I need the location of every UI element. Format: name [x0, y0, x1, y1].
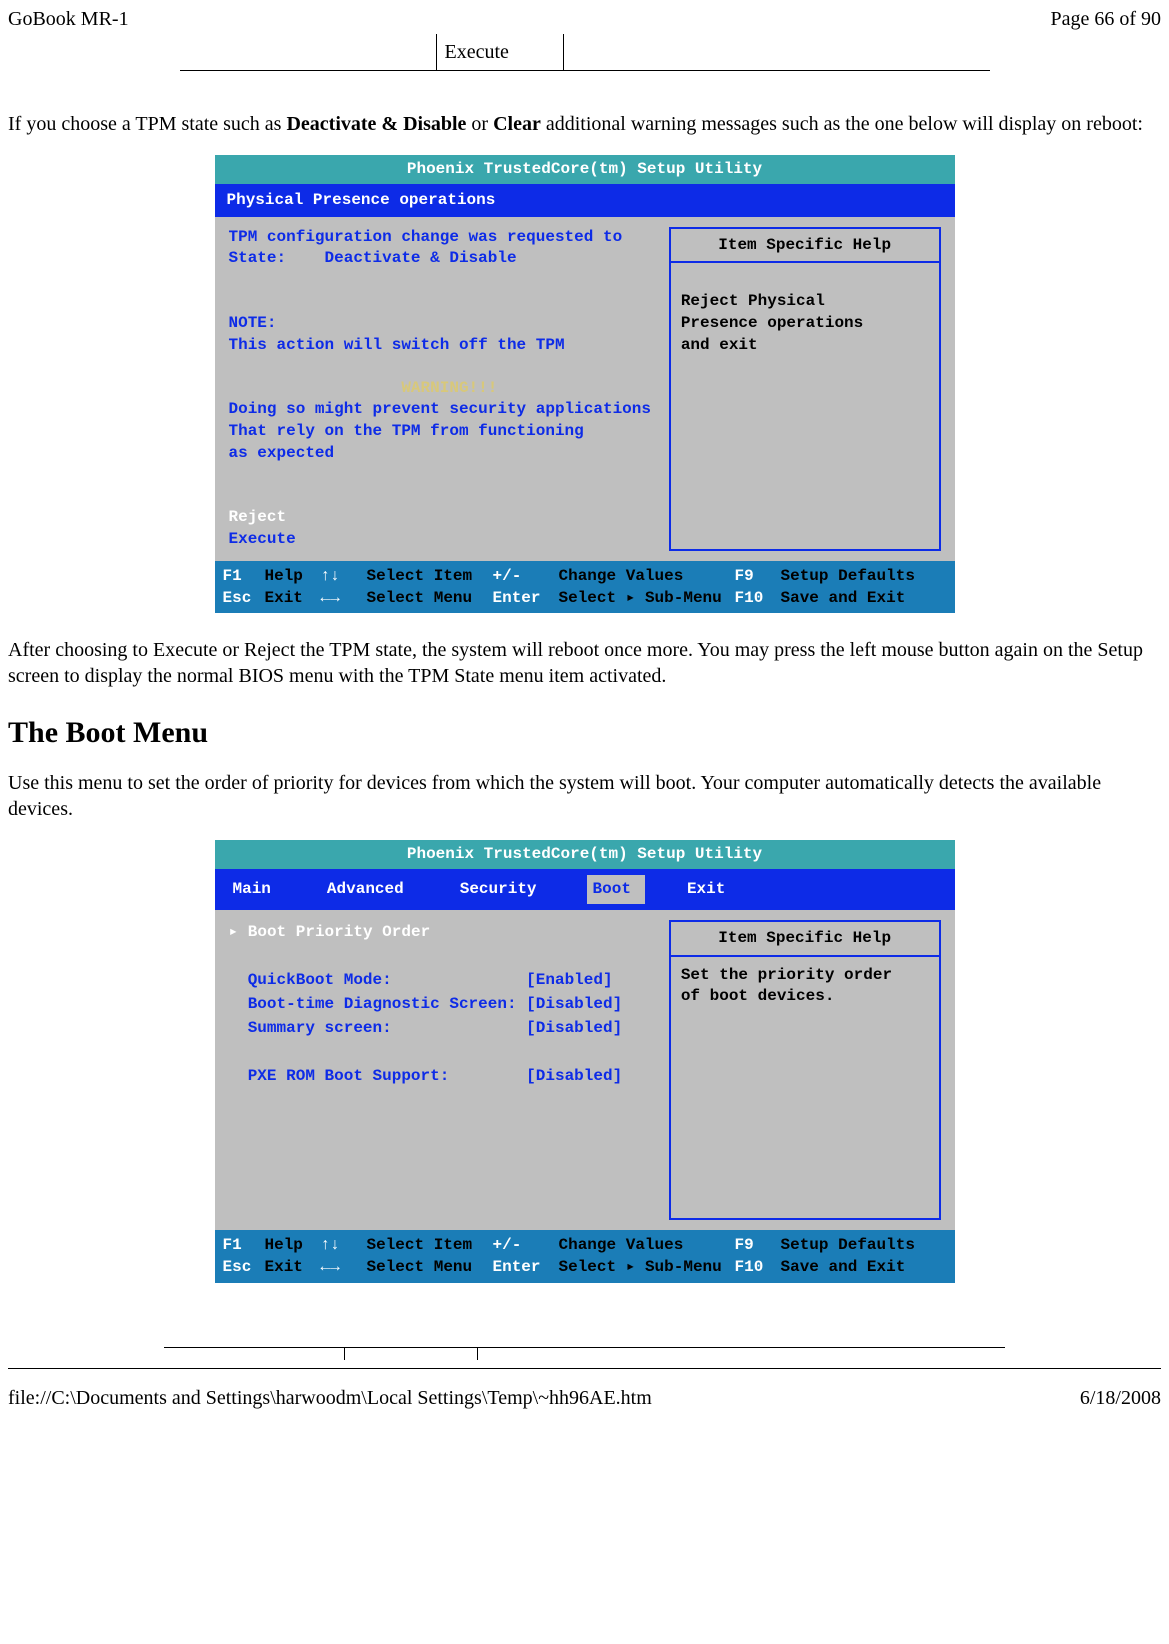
- intro-mid: or: [466, 113, 493, 135]
- bios1-select-menu: Select Menu: [367, 587, 487, 609]
- bios1-l2: State: Deactivate & Disable: [229, 249, 517, 267]
- cell-empty-left: [180, 34, 437, 71]
- bios1-help-header: Item Specific Help: [671, 229, 939, 264]
- bios2-enter: Enter: [493, 1256, 553, 1278]
- bios1-help-label: Help: [265, 565, 315, 587]
- bios1-footer: F1 Help ↑↓ Select Item +/- Change Values…: [215, 561, 955, 614]
- bios1-esc: Esc: [223, 587, 259, 609]
- bios2-help2: of boot devices.: [681, 986, 929, 1008]
- bios2-title: Phoenix TrustedCore(tm) Setup Utility: [215, 840, 955, 869]
- bios2-tab-advanced: Advanced: [321, 875, 418, 904]
- bios2-exit: Exit: [265, 1256, 315, 1278]
- bios1-help3: and exit: [681, 335, 929, 357]
- bios1-leftright: ←→: [321, 587, 361, 609]
- bios1-l6: This action will switch off the TPM: [229, 336, 565, 354]
- bios1-reject: Reject: [229, 508, 287, 526]
- bios2-summary-val: [Disabled]: [526, 1019, 622, 1037]
- bios2-save-exit: Save and Exit: [781, 1256, 906, 1278]
- bios-screenshot-1: Phoenix TrustedCore(tm) Setup Utility Ph…: [215, 155, 955, 613]
- bios2-f1: F1: [223, 1234, 259, 1256]
- bios2-f9: F9: [735, 1234, 775, 1256]
- bios2-select-menu: Select Menu: [367, 1256, 487, 1278]
- bios1-l10: That rely on the TPM from functioning: [229, 422, 584, 440]
- bios1-f9: F9: [735, 565, 775, 587]
- bios-screenshot-2: Phoenix TrustedCore(tm) Setup Utility Ma…: [215, 840, 955, 1282]
- footer-date: 6/18/2008: [1080, 1385, 1161, 1411]
- bios1-l8pad: [229, 379, 402, 397]
- bios2-leftright: ←→: [321, 1256, 361, 1278]
- bios2-left-panel: ▸ Boot Priority Order QuickBoot Mode: [E…: [229, 920, 657, 1220]
- intro-suffix: additional warning messages such as the …: [541, 113, 1143, 135]
- bios2-tab-boot: Boot: [587, 875, 645, 904]
- intro-bold1: Deactivate & Disable: [286, 113, 466, 135]
- bios1-l11: as expected: [229, 444, 335, 462]
- bios2-plusminus: +/-: [493, 1234, 553, 1256]
- bios2-quickboot-val: [Enabled]: [526, 971, 612, 989]
- bios2-updown: ↑↓: [321, 1234, 361, 1256]
- boot-menu-description: Use this menu to set the order of priori…: [4, 770, 1165, 822]
- bios1-select-item: Select Item: [367, 565, 487, 587]
- after-bios1-paragraph: After choosing to Execute or Reject the …: [4, 637, 1165, 689]
- bios1-l1: TPM configuration change was requested t…: [229, 228, 623, 246]
- bios1-tab: Physical Presence operations: [215, 184, 508, 217]
- bios2-esc: Esc: [223, 1256, 259, 1278]
- bios2-select-sub: Select ▸ Sub-Menu: [559, 1256, 729, 1278]
- footer-divider: [8, 1368, 1161, 1369]
- bios1-f10: F10: [735, 587, 775, 609]
- bios2-setup-defaults: Setup Defaults: [781, 1234, 915, 1256]
- bios1-help-body: Reject Physical Presence operations and …: [671, 263, 939, 384]
- bios2-change-values: Change Values: [559, 1234, 729, 1256]
- bios2-summary: Summary screen:: [248, 1019, 392, 1037]
- bios2-tab-exit: Exit: [681, 875, 739, 904]
- bios1-f1: F1: [223, 565, 259, 587]
- boot-menu-heading: The Boot Menu: [4, 713, 1165, 752]
- bios1-help1: Reject Physical: [681, 291, 929, 313]
- intro-paragraph: If you choose a TPM state such as Deacti…: [4, 111, 1165, 137]
- bios1-title: Phoenix TrustedCore(tm) Setup Utility: [215, 155, 955, 184]
- bios2-diag-val: [Disabled]: [526, 995, 622, 1013]
- footer-path: file://C:\Documents and Settings\harwood…: [8, 1385, 652, 1411]
- intro-prefix: If you choose a TPM state such as: [8, 113, 286, 135]
- intro-bold2: Clear: [493, 113, 541, 135]
- bios1-select-sub: Select ▸ Sub-Menu: [559, 587, 729, 609]
- bios1-setup-defaults: Setup Defaults: [781, 565, 915, 587]
- cell-empty-right: [563, 34, 990, 71]
- cell-execute: Execute: [436, 34, 563, 71]
- bios2-help1: Set the priority order: [681, 965, 929, 987]
- bios1-execute: Execute: [229, 530, 296, 548]
- bios1-change-values: Change Values: [559, 565, 729, 587]
- bios1-updown: ↑↓: [321, 565, 361, 587]
- bios1-left-panel: TPM configuration change was requested t…: [229, 227, 657, 551]
- bios1-l9: Doing so might prevent security applicat…: [229, 400, 651, 418]
- bios2-tabs: Main Advanced Security Boot Exit: [215, 869, 955, 910]
- bios1-help2: Presence operations: [681, 313, 929, 335]
- bios2-help-label: Help: [265, 1234, 315, 1256]
- bios2-f10: F10: [735, 1256, 775, 1278]
- execute-partial-table: Execute: [180, 34, 990, 71]
- bios2-help-body: Set the priority order of boot devices.: [671, 957, 939, 1036]
- bios1-save-exit: Save and Exit: [781, 587, 906, 609]
- bios1-enter: Enter: [493, 587, 553, 609]
- bios2-quickboot: QuickBoot Mode:: [248, 971, 392, 989]
- bios1-help-panel: Item Specific Help Reject Physical Prese…: [669, 227, 941, 551]
- bios1-l5: NOTE:: [229, 314, 277, 332]
- bios2-tab-security: Security: [454, 875, 551, 904]
- bios1-plusminus: +/-: [493, 565, 553, 587]
- bottom-partial-table: [164, 1347, 1005, 1360]
- bios1-l8: WARNING!!!: [401, 379, 497, 397]
- bios2-help-panel: Item Specific Help Set the priority orde…: [669, 920, 941, 1220]
- bios2-select-item: Select Item: [367, 1234, 487, 1256]
- bios2-pxe-val: [Disabled]: [526, 1067, 622, 1085]
- bios2-diag: Boot-time Diagnostic Screen:: [248, 995, 517, 1013]
- doc-title: GoBook MR-1: [8, 6, 129, 32]
- bios1-exit: Exit: [265, 587, 315, 609]
- page-number: Page 66 of 90: [1050, 6, 1161, 32]
- bios2-boot-priority: ▸ Boot Priority Order: [229, 923, 431, 941]
- bios2-tab-main: Main: [227, 875, 285, 904]
- bios2-pxe: PXE ROM Boot Support:: [248, 1067, 450, 1085]
- bios2-footer: F1 Help ↑↓ Select Item +/- Change Values…: [215, 1230, 955, 1283]
- bios2-help-header: Item Specific Help: [671, 922, 939, 957]
